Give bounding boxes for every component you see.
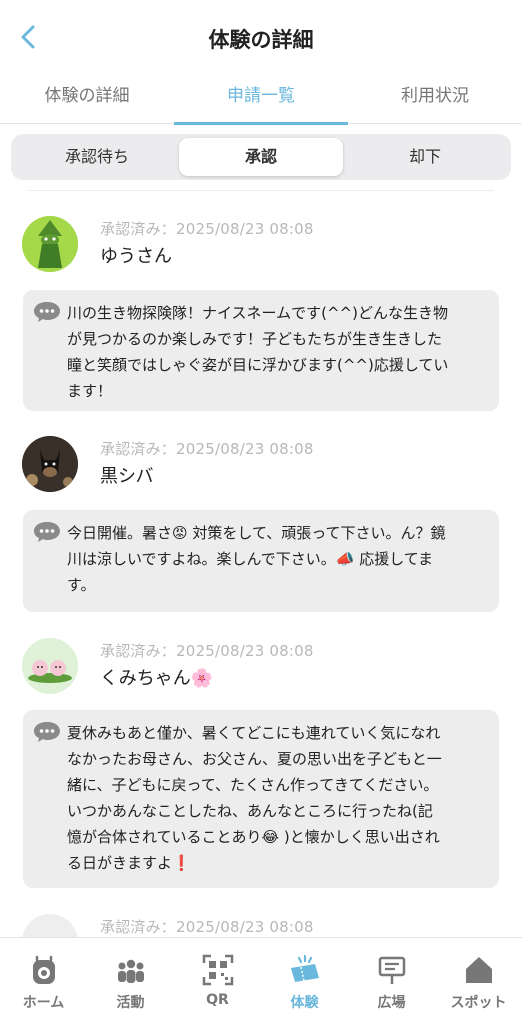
house-icon <box>466 957 492 983</box>
bottom-navigation: ホーム 活動 QR 体験 広場 スポット <box>0 937 522 1024</box>
status-segmented-control: 承認待ち 承認 却下 <box>11 134 511 180</box>
nav-qr[interactable]: QR <box>174 938 261 1024</box>
comment-line: 夏休みもあと僅か、暑くてどこにも連れていく気になれ <box>67 724 441 742</box>
nav-home[interactable]: ホーム <box>0 938 87 1024</box>
character-avatar-icon <box>22 216 78 272</box>
comment-line: いつかあんなことしたね、あんなところに行ったね(記 <box>67 802 433 820</box>
segment-rejected[interactable]: 却下 <box>343 138 507 176</box>
people-icon <box>118 959 144 983</box>
signboard-icon <box>378 956 406 984</box>
qr-icon <box>202 954 234 986</box>
nav-plaza[interactable]: 広場 <box>348 938 435 1024</box>
comment-line: が見つかるのか楽しみです！子どもたちが生き生きした <box>67 330 443 348</box>
comment-line: 瞳と笑顔ではしゃぐ姿が目に浮かびます(^^)応援してい <box>67 356 449 374</box>
user-name: 黒シバ <box>100 466 154 487</box>
nav-experience[interactable]: 体験 <box>261 938 348 1024</box>
comment-line: 川は涼しいですよね。楽しんで下さい。📣 応援してま <box>67 550 434 568</box>
ticket-icon <box>291 954 319 982</box>
comment-line: 憶が合体されていることあり😂 )と懐かしく思い出され <box>67 828 440 846</box>
nav-label: 体験 <box>290 995 319 1011</box>
avatar <box>22 638 78 694</box>
divider <box>28 190 494 191</box>
comment-bubble: 夏休みもあと僅か、暑くてどこにも連れていく気になれ なかったお母さん、お父さん、… <box>23 710 499 888</box>
avatar <box>22 436 78 492</box>
home-icon <box>33 955 55 984</box>
comment-line: す。 <box>67 576 96 594</box>
top-bar: 体験の詳細 <box>0 0 522 76</box>
dog-photo-avatar-icon <box>22 436 78 492</box>
tab-usage-status[interactable]: 利用状況 <box>348 76 522 124</box>
comment-bubble: 今日開催。暑さ😡 対策をして、頑張って下さい。ん？鏡 川は涼しいですよね。楽しん… <box>23 510 499 612</box>
comment-line: 川の生き物探険隊！ナイスネームです(^^)どんな生き物 <box>67 304 448 322</box>
speech-bubble-icon <box>34 722 60 742</box>
page-title: 体験の詳細 <box>208 28 314 52</box>
nav-activity[interactable]: 活動 <box>87 938 174 1024</box>
comment-bubble: 川の生き物探険隊！ナイスネームです(^^)どんな生き物 が見つかるのか楽しみです… <box>23 290 499 411</box>
nav-label: 活動 <box>116 995 145 1011</box>
comment-line: 緒に、子どもに戻って、たくさん作ってきてください。 <box>67 776 439 794</box>
approval-timestamp: 承認済み：2025/08/23 08:08 <box>100 440 314 458</box>
speech-bubble-icon <box>34 522 60 542</box>
tab-bar: 体験の詳細 申請一覧 利用状況 <box>0 76 522 125</box>
nav-label: ホーム <box>22 995 65 1011</box>
comment-line: ます！ <box>67 382 113 400</box>
user-name: くみちゃん🌸 <box>100 668 214 689</box>
approval-timestamp: 承認済み：2025/08/23 08:08 <box>100 642 314 660</box>
nav-label: QR <box>206 992 229 1008</box>
tab-application-list[interactable]: 申請一覧 <box>174 76 348 125</box>
nav-label: 広場 <box>377 995 406 1011</box>
comment-line: る日がきますよ❗ <box>67 854 191 872</box>
segment-approved[interactable]: 承認 <box>179 138 343 176</box>
comment-line: 今日開催。暑さ😡 対策をして、頑張って下さい。ん？鏡 <box>67 524 446 542</box>
nav-label: スポット <box>450 995 507 1011</box>
user-name: ゆうさん <box>100 246 172 267</box>
approval-timestamp: 承認済み：2025/08/23 08:08 <box>100 220 314 238</box>
comment-line: なかったお母さん、お父さん、夏の思い出を子どもと一 <box>67 750 442 768</box>
approval-timestamp: 承認済み：2025/08/23 08:08 <box>100 918 314 936</box>
tab-experience-details[interactable]: 体験の詳細 <box>0 76 174 124</box>
sweets-avatar-icon <box>22 638 78 694</box>
speech-bubble-icon <box>34 302 60 322</box>
avatar <box>22 216 78 272</box>
nav-spot[interactable]: スポット <box>435 938 522 1024</box>
segment-pending[interactable]: 承認待ち <box>15 138 179 176</box>
